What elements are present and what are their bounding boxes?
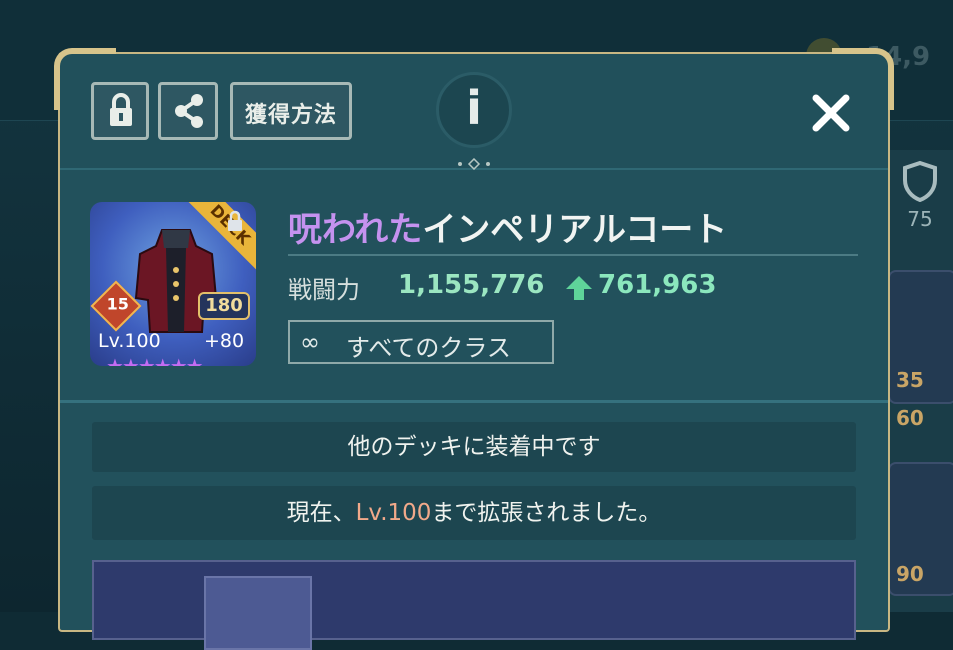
info-icon: i bbox=[466, 81, 482, 135]
enhance-level-value: 15 bbox=[106, 294, 129, 314]
divider bbox=[288, 254, 858, 256]
power-value: 1,155,776 bbox=[398, 270, 545, 300]
expansion-notice: 現在、Lv.100まで拡張されました。 bbox=[92, 486, 856, 540]
expansion-prefix: 現在、 bbox=[286, 500, 356, 526]
thumbnail bbox=[204, 576, 312, 650]
item-detail-panel: 獲得方法 i DECK 15 180 Lv.100 +80 ★★★★★★ 呪われ… bbox=[54, 48, 894, 650]
equipped-notice: 他のデッキに装着中です bbox=[92, 422, 856, 472]
item-name: 呪われたインペリアルコート bbox=[288, 202, 727, 251]
lock-icon bbox=[228, 210, 242, 231]
item-level: Lv.100 bbox=[98, 330, 161, 352]
item-name-prefix: 呪われた bbox=[288, 210, 423, 250]
arrow-up-icon bbox=[566, 276, 592, 300]
class-restriction: ∞ すべてのクラス bbox=[288, 320, 554, 364]
item-plus: +80 bbox=[204, 330, 245, 352]
item-icon[interactable]: DECK 15 180 Lv.100 +80 ★★★★★★ bbox=[90, 202, 256, 366]
lock-button[interactable] bbox=[91, 82, 149, 140]
share-icon bbox=[175, 94, 203, 128]
class-text: すべてのクラス bbox=[346, 334, 511, 362]
lock-icon bbox=[110, 93, 132, 126]
acquisition-method-button[interactable]: 獲得方法 bbox=[230, 82, 352, 140]
expansion-suffix: まで拡張されました。 bbox=[431, 500, 662, 526]
star-rating: ★★★★★★ bbox=[106, 354, 204, 366]
divider bbox=[60, 400, 888, 403]
ornament-diamond-icon bbox=[458, 158, 490, 170]
close-icon[interactable] bbox=[808, 90, 854, 136]
power-label: 戦闘力 bbox=[288, 276, 360, 304]
infinity-icon: ∞ bbox=[300, 328, 320, 356]
power-delta: 761,963 bbox=[598, 270, 717, 300]
item-name-suffix: インペリアルコート bbox=[422, 210, 728, 250]
faded-number: 35 bbox=[896, 368, 924, 392]
shield-value: 75 bbox=[907, 207, 933, 231]
acquisition-method-label: 獲得方法 bbox=[244, 103, 337, 128]
info-button[interactable]: i bbox=[436, 72, 512, 148]
faded-number: 60 bbox=[896, 406, 924, 430]
shield-stat: 75 bbox=[895, 160, 945, 231]
next-section-card bbox=[92, 560, 856, 650]
expansion-level: Lv.100 bbox=[355, 500, 432, 526]
faded-number: 90 bbox=[896, 562, 924, 586]
share-button[interactable] bbox=[158, 82, 218, 140]
power-badge: 180 bbox=[198, 292, 250, 320]
shield-icon bbox=[903, 160, 937, 203]
